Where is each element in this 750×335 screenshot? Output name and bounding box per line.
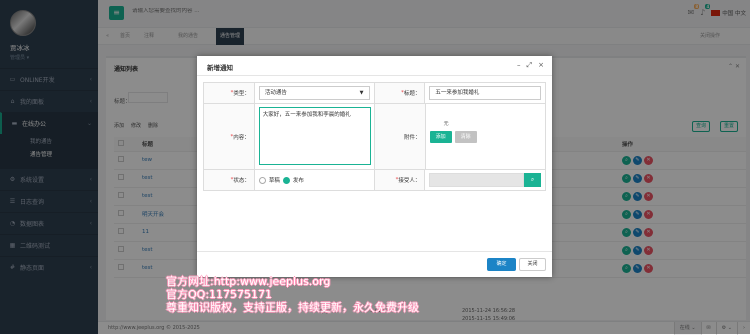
close-icon[interactable]: × (538, 61, 544, 70)
status-radios: 草稿 发布 (258, 173, 370, 187)
new-notice-dialog: 新增通知 – ⤢ × * 类型： 活动通告 ▼ * 标题： 五一来参加我婚礼 * 内容：… (197, 56, 552, 277)
content-textarea[interactable]: 大家好，五一来参加我和李晨的婚礼 (258, 107, 371, 165)
receiver-cell: ⌕ (425, 170, 545, 190)
dialog-controls: – ⤢ × (517, 61, 544, 70)
status-cell: 草稿 发布 (255, 170, 375, 190)
form-row-content-attach: * 内容： 大家好，五一来参加我和李晨的婚礼 附件： 无 添加 清除 (204, 104, 545, 170)
receiver-picker: ⌕ (429, 173, 541, 187)
form-row-status-receiver: * 状态： 草稿 发布 * 接受人： ⌕ (204, 170, 545, 190)
attach-label: 附件： (374, 104, 426, 169)
attach-none: 无 (443, 121, 449, 127)
attach-buttons: 添加 清除 (429, 131, 541, 143)
content-label: * 内容： (204, 104, 255, 169)
attach-clear-button[interactable]: 清除 (454, 131, 477, 143)
dialog-title: 新增通知 (207, 64, 233, 72)
attach-cell: 无 添加 清除 (426, 104, 545, 169)
title-cell: 五一来参加我婚礼 (425, 83, 545, 103)
dialog-footer: 确定 关闭 (197, 251, 552, 277)
receiver-label: * 接受人： (374, 170, 426, 190)
close-button[interactable]: 关闭 (519, 258, 546, 271)
publish-radio[interactable] (282, 176, 290, 184)
watermark: 官方网址:http:www.jeeplus.org 官方QQ:117575171… (166, 275, 419, 314)
type-label: * 类型： (204, 83, 255, 103)
watermark-line: 尊重知识版权，支持正版，持续更新，永久免费升级 (166, 301, 419, 314)
receiver-input[interactable] (429, 173, 524, 187)
draft-label: 草稿 (268, 178, 280, 184)
maximize-icon[interactable]: ⤢ (527, 61, 533, 70)
watermark-line: 官方网址:http:www.jeeplus.org (166, 275, 331, 288)
search-icon[interactable]: ⌕ (524, 173, 541, 187)
confirm-button[interactable]: 确定 (487, 258, 516, 271)
title-label: * 标题： (374, 83, 426, 103)
publish-label: 发布 (292, 178, 304, 184)
title-input[interactable]: 五一来参加我婚礼 (429, 86, 541, 100)
minimize-icon[interactable]: – (517, 61, 521, 70)
attach-add-button[interactable]: 添加 (429, 131, 452, 143)
status-label: * 状态： (204, 170, 255, 190)
caret-down-icon: ▼ (359, 90, 364, 96)
notice-form: * 类型： 活动通告 ▼ * 标题： 五一来参加我婚礼 * 内容： 大家好，五一来参加我… (203, 82, 546, 191)
content-cell: 大家好，五一来参加我和李晨的婚礼 (255, 104, 375, 169)
dialog-header: 新增通知 – ⤢ × (197, 56, 552, 76)
type-select[interactable]: 活动通告 ▼ (258, 86, 370, 100)
draft-radio[interactable] (258, 176, 266, 184)
type-cell: 活动通告 ▼ (255, 83, 375, 103)
watermark-line: 官方QQ:117575171 (166, 288, 273, 301)
form-row-type-title: * 类型： 活动通告 ▼ * 标题： 五一来参加我婚礼 (204, 83, 545, 104)
